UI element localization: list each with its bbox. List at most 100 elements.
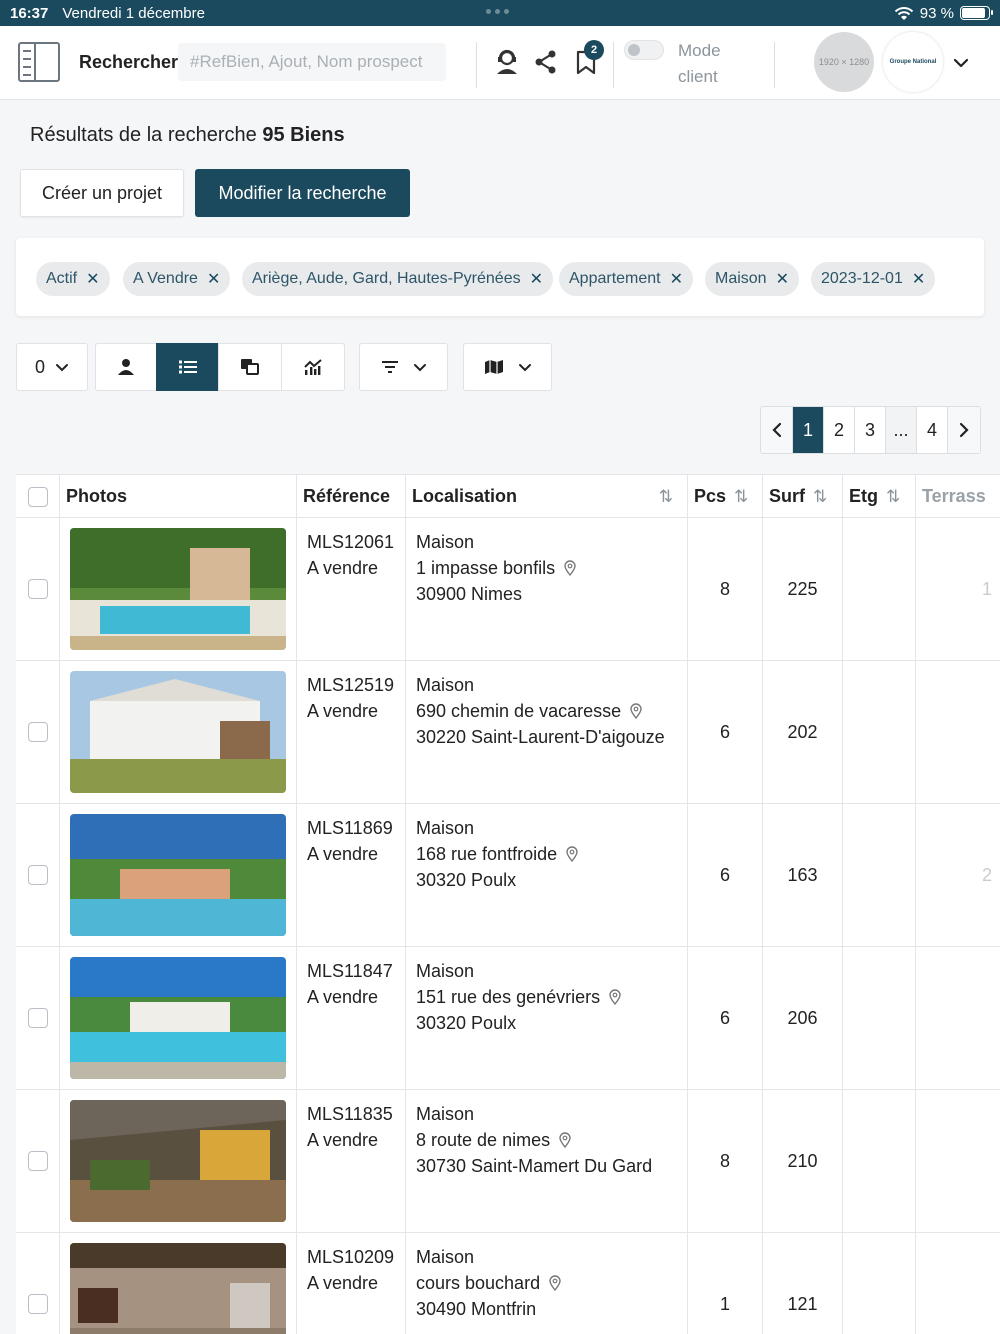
avatar[interactable]: 1920 × 1280 bbox=[814, 32, 874, 92]
map-dropdown[interactable] bbox=[463, 343, 552, 391]
filter-chip[interactable]: Appartement ✕ bbox=[559, 262, 694, 296]
column-header-pcs[interactable]: Pcs ⇅ bbox=[688, 475, 763, 518]
table-row[interactable]: MLS11847 A vendre Maison 151 rue des gené… bbox=[16, 947, 1000, 1090]
column-header-terrace[interactable]: Terrass bbox=[916, 475, 1000, 518]
property-floor bbox=[843, 1233, 916, 1334]
map-pin-icon[interactable] bbox=[565, 846, 579, 862]
sort-icon[interactable]: ⇅ bbox=[813, 487, 827, 507]
sort-icon[interactable]: ⇅ bbox=[734, 487, 748, 507]
table-header: Photos Référence Localisation ⇅ Pcs ⇅ Surf… bbox=[16, 475, 1000, 518]
property-address: 690 chemin de vacaresse bbox=[416, 701, 622, 721]
table-row[interactable]: MLS12519 A vendre Maison 690 chemin de va… bbox=[16, 661, 1000, 804]
agency-logo[interactable]: Groupe National bbox=[883, 32, 943, 92]
property-photo[interactable] bbox=[70, 1100, 286, 1222]
sidebar-toggle-icon[interactable] bbox=[18, 42, 60, 82]
chevron-left-icon bbox=[771, 422, 781, 438]
filter-chip[interactable]: Ariège, Aude, Gard, Hautes-Pyrénées ✕ bbox=[242, 262, 553, 296]
property-reference[interactable]: MLS12519 bbox=[307, 672, 405, 698]
table-row[interactable]: MLS10209 A vendre Maison cours bouchard 3… bbox=[16, 1233, 1000, 1334]
client-mode-toggle[interactable] bbox=[624, 40, 664, 60]
close-icon[interactable]: ✕ bbox=[86, 269, 99, 289]
property-reference[interactable]: MLS11847 bbox=[307, 958, 405, 984]
page-button[interactable]: 1 bbox=[793, 407, 824, 453]
property-address: 8 route de nimes bbox=[416, 1130, 551, 1150]
property-terrace bbox=[916, 1090, 1000, 1232]
sort-icon[interactable]: ⇅ bbox=[659, 487, 673, 507]
filter-chip[interactable]: Maison ✕ bbox=[705, 262, 799, 296]
map-pin-icon[interactable] bbox=[629, 703, 643, 719]
property-rooms: 1 bbox=[688, 1233, 763, 1334]
property-status: A vendre bbox=[307, 1273, 379, 1293]
select-all-cell bbox=[16, 475, 60, 518]
property-surface: 210 bbox=[763, 1090, 843, 1232]
next-page-button[interactable] bbox=[948, 407, 980, 453]
property-photo[interactable] bbox=[70, 1243, 286, 1334]
table-row[interactable]: MLS11835 A vendre Maison 8 route de nimes… bbox=[16, 1090, 1000, 1233]
row-checkbox[interactable] bbox=[27, 722, 48, 742]
close-icon[interactable]: ✕ bbox=[670, 269, 683, 289]
column-header-etg[interactable]: Etg ⇅ bbox=[843, 475, 916, 518]
page-button[interactable]: 3 bbox=[855, 407, 886, 453]
close-icon[interactable]: ✕ bbox=[530, 269, 543, 289]
share-icon[interactable] bbox=[533, 48, 559, 76]
property-reference[interactable]: MLS10209 bbox=[307, 1244, 405, 1270]
property-reference[interactable]: MLS12061 bbox=[307, 529, 405, 555]
property-photo[interactable] bbox=[70, 814, 286, 936]
view-contact-button[interactable] bbox=[95, 343, 157, 391]
property-reference[interactable]: MLS11869 bbox=[307, 815, 405, 841]
filter-chip[interactable]: A Vendre ✕ bbox=[123, 262, 231, 296]
property-reference[interactable]: MLS11835 bbox=[307, 1101, 405, 1127]
property-floor bbox=[843, 804, 916, 946]
map-pin-icon[interactable] bbox=[558, 1132, 572, 1148]
search-input[interactable] bbox=[178, 43, 446, 81]
map-pin-icon[interactable] bbox=[563, 560, 577, 576]
property-photo[interactable] bbox=[70, 528, 286, 650]
property-surface: 206 bbox=[763, 947, 843, 1089]
property-terrace: 1 bbox=[981, 578, 992, 599]
property-city: 30220 Saint-Laurent-D'aigouze bbox=[416, 727, 665, 747]
map-pin-icon[interactable] bbox=[608, 989, 622, 1005]
property-address: 1 impasse bonfils bbox=[416, 558, 556, 578]
create-project-button[interactable]: Créer un projet bbox=[20, 169, 184, 217]
close-icon[interactable]: ✕ bbox=[776, 269, 789, 289]
gallery-view-button[interactable] bbox=[218, 343, 282, 391]
property-city: 30490 Montfrin bbox=[416, 1299, 537, 1319]
prev-page-button[interactable] bbox=[761, 407, 793, 453]
table-row[interactable]: MLS11869 A vendre Maison 168 rue fontfroi… bbox=[16, 804, 1000, 947]
table-row[interactable]: MLS12061 A vendre Maison 1 impasse bonfil… bbox=[16, 518, 1000, 661]
property-status: A vendre bbox=[307, 987, 379, 1007]
row-checkbox[interactable] bbox=[27, 1008, 48, 1028]
property-terrace: 2 bbox=[981, 864, 992, 885]
filter-chip[interactable]: 2023-12-01 ✕ bbox=[811, 262, 936, 296]
list-icon bbox=[178, 360, 197, 374]
chevron-down-icon[interactable] bbox=[952, 54, 970, 72]
row-checkbox[interactable] bbox=[27, 1294, 48, 1314]
modify-search-button[interactable]: Modifier la recherche bbox=[195, 169, 410, 217]
results-prefix: Résultats de la recherche bbox=[30, 124, 257, 146]
sort-dropdown[interactable] bbox=[359, 343, 448, 391]
select-count-dropdown[interactable]: 0 bbox=[16, 343, 88, 391]
property-address: 168 rue fontfroide bbox=[416, 844, 558, 864]
contact-support-icon[interactable] bbox=[494, 48, 520, 76]
column-header-surf[interactable]: Surf ⇅ bbox=[763, 475, 843, 518]
row-checkbox[interactable] bbox=[27, 579, 48, 599]
property-address: 151 rue des genévriers bbox=[416, 987, 601, 1007]
page-button[interactable]: 4 bbox=[917, 407, 948, 453]
multitask-dots-icon[interactable] bbox=[486, 9, 509, 14]
row-checkbox[interactable] bbox=[27, 1151, 48, 1171]
column-header-location[interactable]: Localisation ⇅ bbox=[406, 475, 688, 518]
row-checkbox[interactable] bbox=[27, 865, 48, 885]
stats-view-button[interactable] bbox=[281, 343, 345, 391]
filter-chip[interactable]: Actif ✕ bbox=[36, 262, 110, 296]
list-view-button[interactable] bbox=[156, 343, 219, 391]
property-photo[interactable] bbox=[70, 671, 286, 793]
search-label: Rechercher bbox=[79, 52, 179, 72]
close-icon[interactable]: ✕ bbox=[912, 269, 925, 289]
page-button[interactable]: 2 bbox=[824, 407, 855, 453]
close-icon[interactable]: ✕ bbox=[207, 269, 220, 289]
property-terrace bbox=[916, 947, 1000, 1089]
map-pin-icon[interactable] bbox=[548, 1275, 562, 1291]
sort-icon[interactable]: ⇅ bbox=[886, 487, 900, 507]
property-photo[interactable] bbox=[70, 957, 286, 1079]
select-all-checkbox[interactable] bbox=[27, 486, 48, 507]
